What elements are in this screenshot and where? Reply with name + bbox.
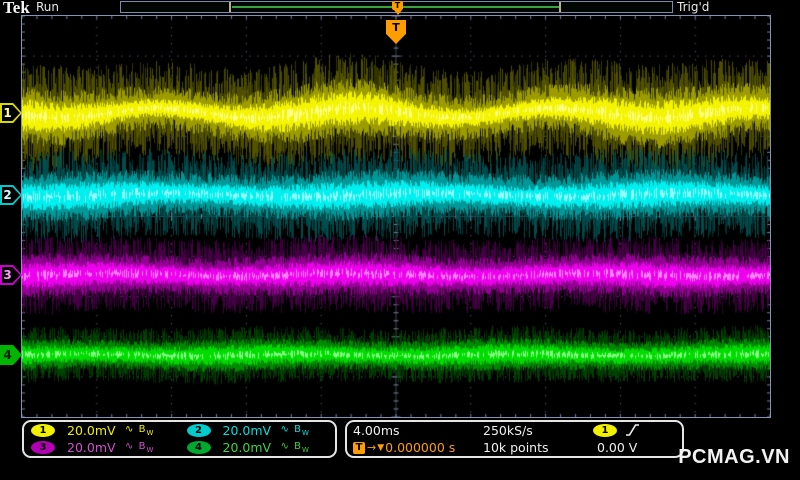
channel-3-readout[interactable]: 3 20.0mV ∿ BW [24,440,180,456]
waveform-canvas [22,16,770,417]
record-window-start-bracket [229,2,231,12]
horizontal-trigger-panel: 4.00ms 250kS/s 1 T → ▼ 0.000000 s 10k po… [345,420,684,458]
ac-coupling-icon: ∿ [125,424,135,435]
marker-label: 3 [3,268,12,282]
bandwidth-limit-icon: BW [138,441,155,454]
trigger-delay-value: 0.000000 s [385,440,456,455]
graticule: T [21,15,771,418]
channel-2-position-marker[interactable]: 2 [0,185,22,205]
sample-rate: 250kS/s [475,423,591,439]
channel-3-badge: 3 [31,441,55,454]
record-trigger-t: T [392,1,403,10]
marker-label: 2 [3,188,12,202]
channel-2-readout[interactable]: 2 20.0mV ∿ BW [180,423,336,439]
trigger-delay[interactable]: T → ▼ 0.000000 s [353,440,475,456]
channel-2-icons: ∿ BW [281,424,310,437]
channel-3-scale: 20.0mV [67,440,116,455]
acquisition-status: Run [36,0,60,14]
record-trigger-marker[interactable]: T [391,1,404,15]
channel-1-badge: 1 [31,424,55,437]
record-window-end-bracket [559,2,561,12]
channel-3-position-marker[interactable]: 3 [0,265,22,285]
bandwidth-limit-icon: BW [138,424,155,437]
oscilloscope-screen: Tek Run T Trig'd T 1 2 3 4 1 20.0mV ∿ BW… [0,0,800,480]
channel-1-icons: ∿ BW [125,424,154,437]
watermark: PCMAG.VN [678,446,790,468]
marker-label: 4 [3,348,12,362]
record-view-bar[interactable]: T [120,1,673,15]
ac-coupling-icon: ∿ [280,424,290,435]
channel-1-readout[interactable]: 1 20.0mV ∿ BW [24,423,180,439]
bandwidth-limit-icon: BW [294,424,310,437]
horizontal-scale-value: 4.00ms [353,423,400,438]
bandwidth-limit-icon: BW [294,441,310,454]
record-length: 10k points [475,440,591,456]
ac-coupling-icon: ∿ [280,441,290,452]
channel-4-badge: 4 [186,441,211,454]
horizontal-scale[interactable]: 4.00ms [353,423,475,439]
triangle-down-icon: ▼ [377,442,385,453]
trigger-status: Trig'd [677,0,710,14]
channel-1-position-marker[interactable]: 1 [0,103,22,123]
channel-4-icons: ∿ BW [281,441,310,454]
trigger-source-badge: 1 [593,424,617,437]
sample-rate-value: 250kS/s [483,423,533,438]
channel-1-scale: 20.0mV [67,423,116,438]
marker-label: 1 [3,106,12,120]
trigger-level[interactable]: 0.00 V [591,440,676,456]
channel-2-badge: 2 [186,424,211,437]
channel-4-scale: 20.0mV [222,440,272,455]
trigger-level-value: 0.00 V [597,440,638,455]
trigger-flag-label: T [392,21,400,34]
rising-edge-icon [626,424,639,436]
trigger-delay-t-icon: T [353,441,365,454]
trigger-source[interactable]: 1 [591,423,676,439]
channel-2-scale: 20.0mV [222,423,272,438]
channel-readouts-panel: 1 20.0mV ∿ BW 2 20.0mV ∿ BW 3 20.0mV ∿ B… [22,420,337,458]
ac-coupling-icon: ∿ [125,441,135,452]
channel-3-icons: ∿ BW [125,441,154,454]
arrow-right-icon: → [367,441,377,454]
record-length-value: 10k points [483,440,549,455]
channel-4-position-marker[interactable]: 4 [0,345,22,365]
channel-4-readout[interactable]: 4 20.0mV ∿ BW [180,440,336,456]
